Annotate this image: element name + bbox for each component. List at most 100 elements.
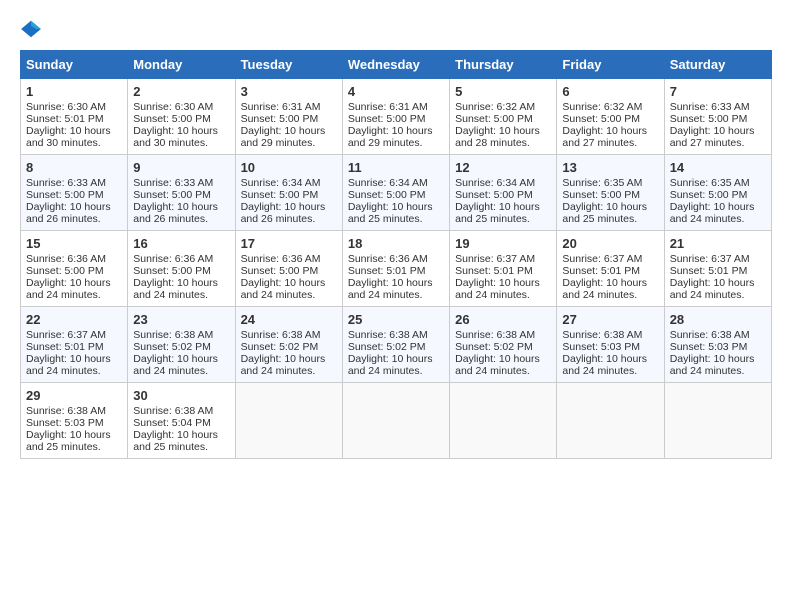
- day-info-line: and 26 minutes.: [241, 213, 337, 225]
- day-info-line: and 24 minutes.: [670, 365, 766, 377]
- day-number: 22: [26, 312, 122, 327]
- day-info-line: Sunset: 5:00 PM: [455, 189, 551, 201]
- day-info-line: Sunset: 5:01 PM: [348, 265, 444, 277]
- day-info-line: Sunrise: 6:34 AM: [348, 177, 444, 189]
- day-info-line: Sunrise: 6:33 AM: [670, 101, 766, 113]
- calendar-cell: 15Sunrise: 6:36 AMSunset: 5:00 PMDayligh…: [21, 231, 128, 307]
- day-info-line: Daylight: 10 hours: [241, 277, 337, 289]
- day-number: 17: [241, 236, 337, 251]
- day-info-line: Sunrise: 6:34 AM: [241, 177, 337, 189]
- day-info-line: Sunrise: 6:38 AM: [241, 329, 337, 341]
- day-info-line: Sunset: 5:00 PM: [241, 113, 337, 125]
- day-info-line: Sunrise: 6:36 AM: [26, 253, 122, 265]
- day-info-line: Sunset: 5:00 PM: [348, 113, 444, 125]
- day-number: 25: [348, 312, 444, 327]
- day-info-line: Sunrise: 6:38 AM: [26, 405, 122, 417]
- day-info-line: Daylight: 10 hours: [133, 353, 229, 365]
- day-info-line: Sunrise: 6:32 AM: [562, 101, 658, 113]
- day-info-line: and 24 minutes.: [562, 289, 658, 301]
- day-info-line: Sunrise: 6:37 AM: [26, 329, 122, 341]
- day-number: 1: [26, 84, 122, 99]
- day-info-line: and 25 minutes.: [26, 441, 122, 453]
- day-info-line: Sunrise: 6:33 AM: [133, 177, 229, 189]
- day-number: 18: [348, 236, 444, 251]
- day-info-line: Daylight: 10 hours: [241, 125, 337, 137]
- day-info-line: Sunset: 5:00 PM: [133, 265, 229, 277]
- calendar-cell: 23Sunrise: 6:38 AMSunset: 5:02 PMDayligh…: [128, 307, 235, 383]
- day-info-line: Sunrise: 6:38 AM: [348, 329, 444, 341]
- day-info-line: Sunrise: 6:37 AM: [670, 253, 766, 265]
- day-header-monday: Monday: [128, 51, 235, 79]
- day-number: 7: [670, 84, 766, 99]
- day-info-line: Sunset: 5:02 PM: [133, 341, 229, 353]
- day-info-line: Sunset: 5:00 PM: [241, 265, 337, 277]
- calendar-cell: 20Sunrise: 6:37 AMSunset: 5:01 PMDayligh…: [557, 231, 664, 307]
- day-header-tuesday: Tuesday: [235, 51, 342, 79]
- calendar-cell: 28Sunrise: 6:38 AMSunset: 5:03 PMDayligh…: [664, 307, 771, 383]
- day-info-line: Daylight: 10 hours: [348, 125, 444, 137]
- day-info-line: and 24 minutes.: [26, 289, 122, 301]
- day-info-line: Sunset: 5:01 PM: [26, 113, 122, 125]
- day-info-line: Daylight: 10 hours: [241, 201, 337, 213]
- day-info-line: Sunrise: 6:36 AM: [133, 253, 229, 265]
- day-info-line: Sunrise: 6:36 AM: [241, 253, 337, 265]
- day-info-line: Daylight: 10 hours: [348, 201, 444, 213]
- logo-icon: [20, 18, 42, 40]
- calendar-cell: 12 Sunrise: 6:34 AMSunset: 5:00 PMDayligh…: [450, 155, 557, 231]
- day-number: 12: [455, 160, 551, 175]
- day-info-line: Daylight: 10 hours: [562, 201, 658, 213]
- day-info-line: Daylight: 10 hours: [562, 277, 658, 289]
- day-number: 9: [133, 160, 229, 175]
- day-info-line: Sunset: 5:03 PM: [670, 341, 766, 353]
- day-info-line: and 24 minutes.: [26, 365, 122, 377]
- day-info-line: Daylight: 10 hours: [455, 277, 551, 289]
- day-number: 5: [455, 84, 551, 99]
- calendar-cell: [557, 383, 664, 459]
- calendar-cell: 30Sunrise: 6:38 AMSunset: 5:04 PMDayligh…: [128, 383, 235, 459]
- day-info-line: Sunrise: 6:37 AM: [455, 253, 551, 265]
- calendar-cell: 26Sunrise: 6:38 AMSunset: 5:02 PMDayligh…: [450, 307, 557, 383]
- calendar-cell: 22Sunrise: 6:37 AMSunset: 5:01 PMDayligh…: [21, 307, 128, 383]
- logo: [20, 18, 46, 40]
- day-info-line: Sunrise: 6:38 AM: [670, 329, 766, 341]
- day-info-line: Daylight: 10 hours: [455, 125, 551, 137]
- calendar-cell: [235, 383, 342, 459]
- day-number: 27: [562, 312, 658, 327]
- day-number: 20: [562, 236, 658, 251]
- calendar-week-1: 8Sunrise: 6:33 AMSunset: 5:00 PMDaylight…: [21, 155, 772, 231]
- day-info-line: Sunset: 5:00 PM: [562, 113, 658, 125]
- calendar-cell: 10Sunrise: 6:34 AMSunset: 5:00 PMDayligh…: [235, 155, 342, 231]
- day-number: 8: [26, 160, 122, 175]
- day-info-line: Daylight: 10 hours: [133, 277, 229, 289]
- day-info-line: Sunset: 5:00 PM: [26, 265, 122, 277]
- calendar-cell: 3Sunrise: 6:31 AMSunset: 5:00 PMDaylight…: [235, 79, 342, 155]
- calendar-cell: [450, 383, 557, 459]
- day-info-line: and 29 minutes.: [241, 137, 337, 149]
- calendar-cell: 27Sunrise: 6:38 AMSunset: 5:03 PMDayligh…: [557, 307, 664, 383]
- day-info-line: Daylight: 10 hours: [348, 353, 444, 365]
- day-info-line: Daylight: 10 hours: [670, 201, 766, 213]
- day-info-line: Sunset: 5:00 PM: [133, 113, 229, 125]
- calendar-cell: 7Sunrise: 6:33 AMSunset: 5:00 PMDaylight…: [664, 79, 771, 155]
- calendar-cell: 2Sunrise: 6:30 AMSunset: 5:00 PMDaylight…: [128, 79, 235, 155]
- day-number: 19: [455, 236, 551, 251]
- day-info-line: Sunset: 5:00 PM: [562, 189, 658, 201]
- calendar-cell: 18Sunrise: 6:36 AMSunset: 5:01 PMDayligh…: [342, 231, 449, 307]
- day-info-line: Sunrise: 6:35 AM: [670, 177, 766, 189]
- day-info-line: Sunrise: 6:38 AM: [562, 329, 658, 341]
- day-info-line: and 25 minutes.: [455, 213, 551, 225]
- day-info-line: and 24 minutes.: [670, 213, 766, 225]
- day-info-line: Daylight: 10 hours: [26, 201, 122, 213]
- day-number: 2: [133, 84, 229, 99]
- day-number: 11: [348, 160, 444, 175]
- day-info-line: Sunset: 5:01 PM: [455, 265, 551, 277]
- calendar-week-2: 15Sunrise: 6:36 AMSunset: 5:00 PMDayligh…: [21, 231, 772, 307]
- day-info-line: Sunrise: 6:34 AM: [455, 177, 551, 189]
- day-header-friday: Friday: [557, 51, 664, 79]
- day-number: 28: [670, 312, 766, 327]
- day-info-line: Daylight: 10 hours: [455, 201, 551, 213]
- day-info-line: Sunset: 5:03 PM: [26, 417, 122, 429]
- day-info-line: and 25 minutes.: [562, 213, 658, 225]
- header: [20, 18, 772, 40]
- day-info-line: Sunset: 5:02 PM: [241, 341, 337, 353]
